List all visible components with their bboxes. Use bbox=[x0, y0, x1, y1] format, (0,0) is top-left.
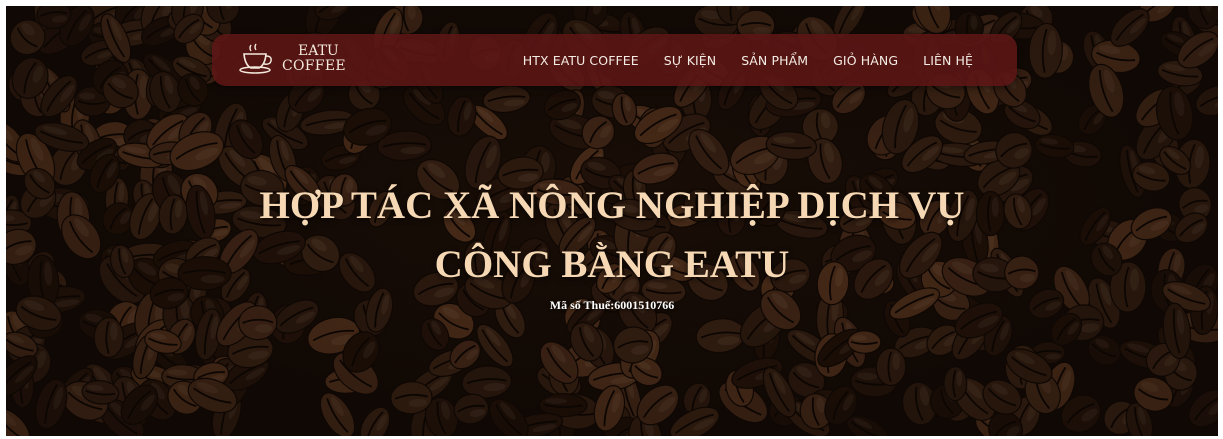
hero-section: EATU COFFEE HTX EATU COFFEE SỰ KIỆN SẢN … bbox=[6, 6, 1218, 436]
nav-link-gio-hang[interactable]: GIỎ HÀNG bbox=[833, 53, 898, 68]
coffee-cup-icon bbox=[239, 43, 272, 74]
hero-title: HỢP TÁC XÃ NÔNG NGHIỆP DỊCH VỤ CÔNG BẰNG… bbox=[6, 176, 1218, 294]
nav-links: HTX EATU COFFEE SỰ KIỆN SẢN PHẨM GIỎ HÀN… bbox=[498, 34, 973, 86]
brand-line-coffee: COFFEE bbox=[282, 58, 346, 74]
brand-text: EATU COFFEE bbox=[282, 44, 346, 74]
brand-logo[interactable]: EATU COFFEE bbox=[238, 41, 346, 77]
hero-title-line-2: CÔNG BẰNG EATU bbox=[434, 243, 790, 286]
hero-title-line-1: HỢP TÁC XÃ NÔNG NGHIỆP DỊCH VỤ bbox=[259, 184, 965, 227]
nav-link-san-pham[interactable]: SẢN PHẨM bbox=[741, 53, 808, 68]
nav-link-lien-he[interactable]: LIÊN HỆ bbox=[923, 53, 973, 68]
top-navbar: EATU COFFEE HTX EATU COFFEE SỰ KIỆN SẢN … bbox=[212, 34, 1017, 86]
tax-id-text: Mã số Thuế:6001510766 bbox=[549, 298, 675, 312]
brand-line-eatu: EATU bbox=[298, 43, 339, 59]
nav-link-su-kien[interactable]: SỰ KIỆN bbox=[664, 53, 716, 68]
nav-link-htx-eatu-coffee[interactable]: HTX EATU COFFEE bbox=[523, 53, 639, 68]
